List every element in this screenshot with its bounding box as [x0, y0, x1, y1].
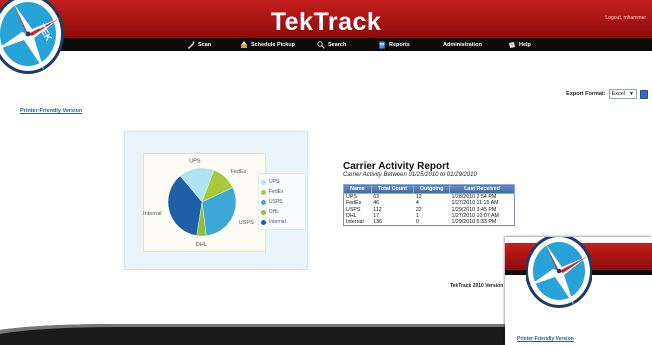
tektrack-compass-logo: TEK: [0, 0, 64, 74]
header-bar: TekTrack Logout, mhammer: [0, 0, 652, 38]
search-icon: [317, 40, 325, 49]
cell-name: UPS: [346, 194, 357, 200]
report-subtitle: Carrier Activity Between 01/25/2010 to 0…: [343, 172, 477, 178]
footer-swoosh: [0, 324, 520, 345]
table-row: UPS 63 12 1/28/2010 2:54 PM: [344, 194, 515, 201]
main-nav: Scan Schedule Pickup Search Reports Admi…: [0, 38, 652, 51]
carrier-activity-table: Name Total Count Outgoing Last Received …: [343, 184, 515, 227]
pie-label-ups: UPS: [189, 159, 201, 165]
legend-label: DHL: [269, 209, 280, 215]
legend-swatch: [261, 209, 266, 215]
printer-friendly-link[interactable]: Printer-Friendly Version: [20, 108, 82, 114]
cell-total: 63: [373, 194, 380, 200]
legend-swatch: [261, 179, 266, 185]
pie-label-fedex: FedEx: [231, 169, 247, 175]
pie-label-usps: USPS: [239, 220, 254, 226]
save-icon[interactable]: [640, 89, 648, 99]
report-title: Carrier Activity Report: [343, 161, 450, 172]
cell-last-received: 1/28/2010 2:54 PM: [451, 194, 497, 200]
col-total-count[interactable]: Total Count: [370, 184, 415, 194]
cell-outgoing: 12: [415, 194, 422, 200]
legend-item-internal: Internal: [261, 217, 303, 227]
col-name[interactable]: Name: [343, 184, 372, 194]
carrier-pie-chart-panel: UPS FedEx USPS DHL Internal UPS FedEx USPS DHL I…: [124, 131, 308, 270]
legend-label: UPS: [269, 179, 280, 185]
nav-administration-label: Administration: [443, 41, 482, 48]
legend-item-ups: UPS: [261, 177, 303, 187]
nav-help-label: Help: [519, 41, 531, 48]
nav-reports-label: Reports: [389, 41, 410, 48]
reports-icon: [378, 41, 386, 49]
export-format-control: Export Format: Excel ▼: [566, 89, 648, 99]
legend-item-fedex: FedEx: [261, 187, 303, 197]
legend-label: Internal: [269, 219, 286, 225]
cell-last-received: 1/29/2010 6:33 PM: [451, 219, 497, 226]
legend-item-usps: USPS: [261, 197, 303, 207]
logout-link[interactable]: Logout, mhammer: [605, 15, 646, 21]
legend-label: USPS: [269, 199, 283, 205]
cell-total: 136: [373, 219, 383, 226]
nav-reports[interactable]: Reports: [378, 39, 410, 50]
legend-label: FedEx: [269, 189, 284, 195]
export-format-value: Excel: [611, 91, 626, 97]
nav-scan-label: Scan: [198, 41, 212, 48]
version-text: TekTrack 2010 Version: [450, 283, 504, 289]
overlay-compass-logo: [526, 237, 592, 308]
legend-swatch: [261, 219, 266, 225]
app-window: TekTrack Logout, mhammer Scan Schedule P…: [0, 0, 652, 345]
overlay-window: Printer-Friendly Version: [505, 237, 652, 345]
nav-schedule-pickup-label: Schedule Pickup: [251, 41, 296, 48]
nav-scan[interactable]: Scan: [187, 39, 211, 50]
legend-swatch: [261, 199, 266, 205]
scan-icon: [187, 41, 195, 49]
overlay-printer-friendly-link[interactable]: Printer-Friendly Version: [517, 336, 574, 342]
chart-legend: UPS FedEx USPS DHL Internal: [258, 173, 306, 230]
nav-search-label: Search: [328, 41, 347, 48]
cell-outgoing: 0: [415, 219, 419, 226]
chevron-down-icon: ▼: [629, 91, 634, 97]
col-outgoing[interactable]: Outgoing: [413, 184, 451, 194]
table-row: Internal 136 0 1/29/2010 6:33 PM: [344, 219, 515, 226]
legend-swatch: [261, 189, 266, 195]
nav-search[interactable]: Search: [317, 39, 346, 50]
nav-help[interactable]: Help: [508, 39, 531, 50]
nav-schedule-pickup[interactable]: Schedule Pickup: [240, 39, 295, 50]
col-last-received[interactable]: Last Received: [449, 184, 515, 194]
pie-label-internal: Internal: [143, 211, 161, 217]
app-title: TekTrack: [270, 8, 382, 36]
help-icon: [508, 41, 516, 49]
pickup-icon: [240, 40, 248, 49]
pie-label-dhl: DHL: [196, 242, 207, 248]
export-format-select[interactable]: Excel ▼: [608, 89, 637, 99]
nav-administration[interactable]: Administration: [443, 39, 482, 50]
export-format-label: Export Format:: [566, 91, 606, 97]
legend-item-dhl: DHL: [261, 207, 303, 217]
cell-name: Internal: [346, 219, 364, 226]
table-header-row: Name Total Count Outgoing Last Received: [343, 184, 515, 194]
